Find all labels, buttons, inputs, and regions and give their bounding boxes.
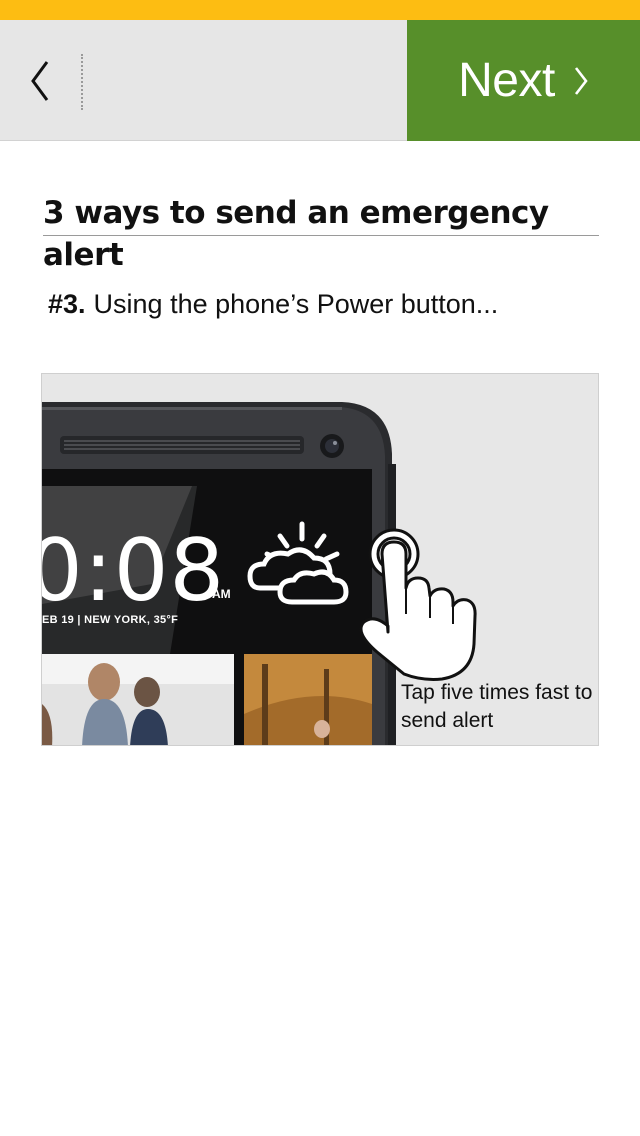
clock-time: 0:08 — [41, 521, 226, 621]
step-number: #3. — [48, 289, 86, 319]
top-navigation-bar: Next — [0, 20, 640, 141]
title-underline — [43, 235, 599, 236]
back-button[interactable] — [0, 20, 80, 141]
chevron-left-icon — [31, 60, 49, 101]
tap-caption: Tap five times fast to send alert — [401, 681, 593, 732]
step-text: Using the phone’s Power button... — [93, 289, 499, 319]
chevron-right-icon — [573, 66, 589, 96]
next-button[interactable]: Next — [407, 20, 640, 141]
step-heading: #3. Using the phone’s Power button... — [48, 286, 498, 322]
status-strip — [0, 0, 640, 20]
next-button-label: Next — [458, 54, 555, 107]
clock-date: EB 19 | NEW YORK, 35°F — [42, 614, 179, 626]
header-divider — [81, 54, 83, 110]
power-button-illustration: 0:08 AM EB 19 | NEW YORK, 35°F Tap five … — [41, 373, 599, 746]
clock-am: AM — [212, 587, 231, 601]
page-title: 3 ways to send an emergency alert — [43, 195, 549, 273]
